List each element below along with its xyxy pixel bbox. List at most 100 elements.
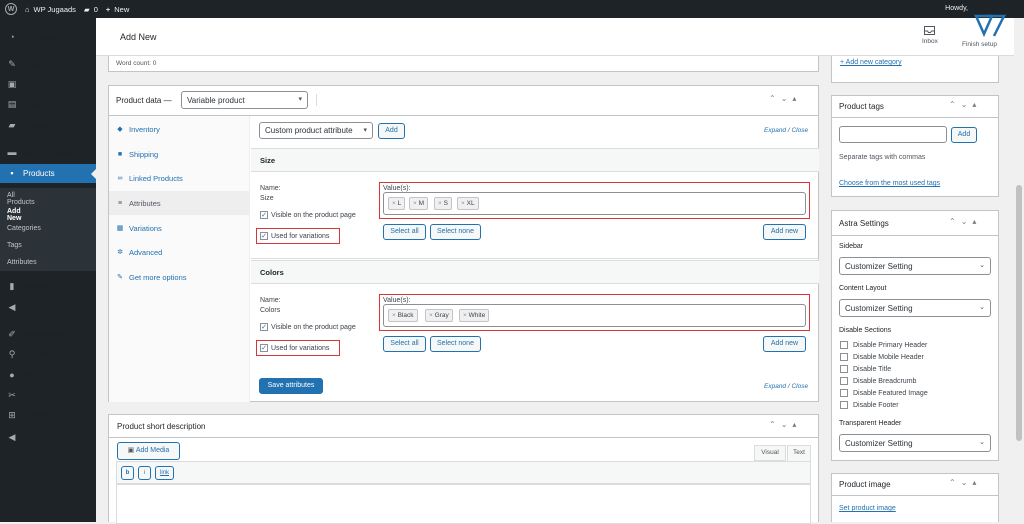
sidebar-item-dashboard[interactable]: ◔ Dashboard bbox=[0, 28, 96, 47]
tab-attributes[interactable]: ≡ Attributes bbox=[109, 191, 250, 215]
add-attribute-button[interactable]: Add bbox=[378, 123, 405, 139]
sidebar-item-products[interactable]: ▪ Products bbox=[0, 164, 96, 183]
content-layout-select[interactable]: Customizer Setting ⌄ bbox=[839, 299, 991, 317]
value-chip[interactable]: × Black bbox=[388, 309, 418, 322]
disable-section-checkbox[interactable] bbox=[840, 377, 848, 385]
sidebar-item-analytics[interactable]: ▮ Analytics bbox=[0, 277, 96, 296]
sidebar-item-pages[interactable]: ▤ Pages bbox=[0, 95, 96, 114]
tab-linked-products[interactable]: ∞ Linked Products bbox=[109, 166, 250, 190]
tab-text[interactable]: Text bbox=[787, 445, 811, 461]
add-media-button[interactable]: ▣ Add Media bbox=[117, 442, 180, 460]
italic-button[interactable]: i bbox=[138, 466, 151, 480]
disable-section-checkbox[interactable] bbox=[840, 365, 848, 373]
attribute-header[interactable] bbox=[251, 260, 819, 284]
close-link[interactable]: Close bbox=[791, 383, 808, 390]
sidebar-item-tools[interactable]: ✂ Tools bbox=[0, 386, 96, 405]
panel-controls[interactable]: ⌃⌄▴ bbox=[949, 217, 981, 226]
sidebar-item-users[interactable]: ● Users bbox=[0, 366, 96, 385]
chevron-up-icon[interactable]: ⌃ bbox=[949, 100, 961, 109]
value-chip[interactable]: × S bbox=[434, 197, 452, 210]
chevron-up-icon[interactable]: ⌃ bbox=[949, 217, 961, 226]
tab-get-more-options[interactable]: ✎ Get more options bbox=[109, 265, 250, 289]
add-category-link[interactable]: + Add new category bbox=[840, 59, 902, 66]
add-tag-button[interactable]: Add bbox=[951, 127, 977, 143]
value-chip[interactable]: × M bbox=[409, 197, 429, 210]
close-link[interactable]: Close bbox=[791, 127, 808, 134]
bold-button[interactable]: b bbox=[121, 466, 134, 480]
comments-link[interactable]: ▰ 0 bbox=[84, 5, 98, 14]
sidebar-item-comments[interactable]: ▰ Comments bbox=[0, 116, 96, 135]
chevron-down-icon[interactable]: ⌄ bbox=[961, 217, 973, 226]
value-chip[interactable]: × XL bbox=[457, 197, 479, 210]
link-button[interactable]: link bbox=[155, 466, 174, 480]
sidebar-item-posts[interactable]: ✎ Posts bbox=[0, 55, 96, 74]
tab-advanced[interactable]: ✲ Advanced bbox=[109, 240, 250, 264]
expand-link[interactable]: Expand bbox=[764, 383, 786, 390]
select-all-button[interactable]: Select all bbox=[383, 224, 426, 240]
sidebar-item-marketing[interactable]: ◀ Marketing bbox=[0, 298, 96, 317]
value-chip[interactable]: × Gray bbox=[425, 309, 453, 322]
toggle-arrow-icon[interactable]: ▴ bbox=[792, 420, 801, 429]
sidebar-item-media[interactable]: ▣ Media bbox=[0, 75, 96, 94]
chevron-down-icon[interactable]: ⌄ bbox=[781, 420, 793, 429]
product-type-select[interactable]: Variable product ▾ bbox=[181, 91, 308, 109]
attribute-taxonomy-select[interactable]: Custom product attribute ▾ bbox=[259, 122, 373, 139]
disable-section-checkbox[interactable] bbox=[840, 401, 848, 409]
select-all-button[interactable]: Select all bbox=[383, 336, 426, 352]
finish-setup-button[interactable]: Finish setup bbox=[962, 41, 997, 48]
sidebar-item-appearance[interactable]: ✐ Appearance bbox=[0, 325, 96, 344]
wordpress-logo-icon[interactable]: W bbox=[5, 3, 17, 15]
chevron-down-icon[interactable]: ⌄ bbox=[961, 478, 973, 487]
disable-section-checkbox[interactable] bbox=[840, 341, 848, 349]
submenu-item-all-products[interactable]: All Products bbox=[7, 192, 35, 206]
disable-section-checkbox[interactable] bbox=[840, 389, 848, 397]
chevron-up-icon[interactable]: ⌃ bbox=[949, 478, 961, 487]
submenu-item-tags[interactable]: Tags bbox=[7, 242, 22, 249]
select-none-button[interactable]: Select none bbox=[430, 224, 481, 240]
attribute-header[interactable] bbox=[251, 148, 819, 172]
sidebar-item-woocommerce[interactable]: ▬ WooCommerce bbox=[0, 143, 96, 162]
submenu-item-add-new[interactable]: Add New bbox=[7, 208, 21, 222]
panel-controls[interactable]: ⌃⌄▴ bbox=[949, 478, 981, 487]
used-for-variations-checkbox[interactable]: ✓ bbox=[260, 344, 268, 352]
new-content-link[interactable]: + New bbox=[106, 5, 129, 14]
site-name-link[interactable]: ⌂ WP Jugaads bbox=[25, 5, 76, 14]
panel-controls[interactable]: ⌃⌄▴ bbox=[769, 94, 801, 103]
select-none-button[interactable]: Select none bbox=[430, 336, 481, 352]
toggle-arrow-icon[interactable]: ▴ bbox=[792, 94, 801, 103]
tab-inventory[interactable]: ◆ Inventory bbox=[109, 117, 250, 141]
short-description-textarea[interactable] bbox=[116, 484, 811, 524]
submenu-item-categories[interactable]: Categories bbox=[7, 225, 41, 232]
sidebar-item-plugins[interactable]: ⚲ Plugins bbox=[0, 345, 96, 364]
sidebar-item-collapse-menu[interactable]: ◀ Collapse menu bbox=[0, 428, 96, 447]
tab-shipping[interactable]: ■ Shipping bbox=[109, 142, 250, 166]
add-new-value-button[interactable]: Add new bbox=[763, 336, 806, 352]
transparent-header-select[interactable]: Customizer Setting ⌄ bbox=[839, 434, 991, 452]
visible-checkbox[interactable]: ✓ bbox=[260, 323, 268, 331]
chevron-up-icon[interactable]: ⌃ bbox=[769, 94, 781, 103]
submenu-item-attributes[interactable]: Attributes bbox=[7, 259, 37, 266]
toggle-arrow-icon[interactable]: ▴ bbox=[972, 478, 981, 487]
tab-visual[interactable]: Visual bbox=[754, 445, 786, 461]
tab-variations[interactable]: ▦ Variations bbox=[109, 216, 250, 240]
used-for-variations-checkbox[interactable]: ✓ bbox=[260, 232, 268, 240]
expand-link[interactable]: Expand bbox=[764, 127, 786, 134]
howdy-user[interactable]: Howdy, bbox=[945, 5, 968, 12]
panel-controls[interactable]: ⌃⌄▴ bbox=[949, 100, 981, 109]
inbox-button[interactable]: Inbox bbox=[922, 26, 938, 45]
save-attributes-button[interactable]: Save attributes bbox=[259, 378, 323, 394]
sidebar-item-settings[interactable]: ⊞ Settings bbox=[0, 406, 96, 425]
tag-input[interactable] bbox=[839, 126, 947, 143]
panel-controls[interactable]: ⌃⌄▴ bbox=[769, 420, 801, 429]
most-used-tags-link[interactable]: Choose from the most used tags bbox=[839, 180, 940, 187]
scrollbar-thumb[interactable] bbox=[1016, 185, 1022, 441]
value-chip[interactable]: × White bbox=[459, 309, 490, 322]
visible-checkbox[interactable]: ✓ bbox=[260, 211, 268, 219]
sidebar-setting-select[interactable]: Customizer Setting ⌄ bbox=[839, 257, 991, 275]
toggle-arrow-icon[interactable]: ▴ bbox=[972, 217, 981, 226]
chevron-down-icon[interactable]: ⌄ bbox=[961, 100, 973, 109]
chevron-up-icon[interactable]: ⌃ bbox=[769, 420, 781, 429]
value-chip[interactable]: × L bbox=[388, 197, 406, 210]
set-product-image-link[interactable]: Set product image bbox=[839, 505, 896, 512]
toggle-arrow-icon[interactable]: ▴ bbox=[972, 100, 981, 109]
